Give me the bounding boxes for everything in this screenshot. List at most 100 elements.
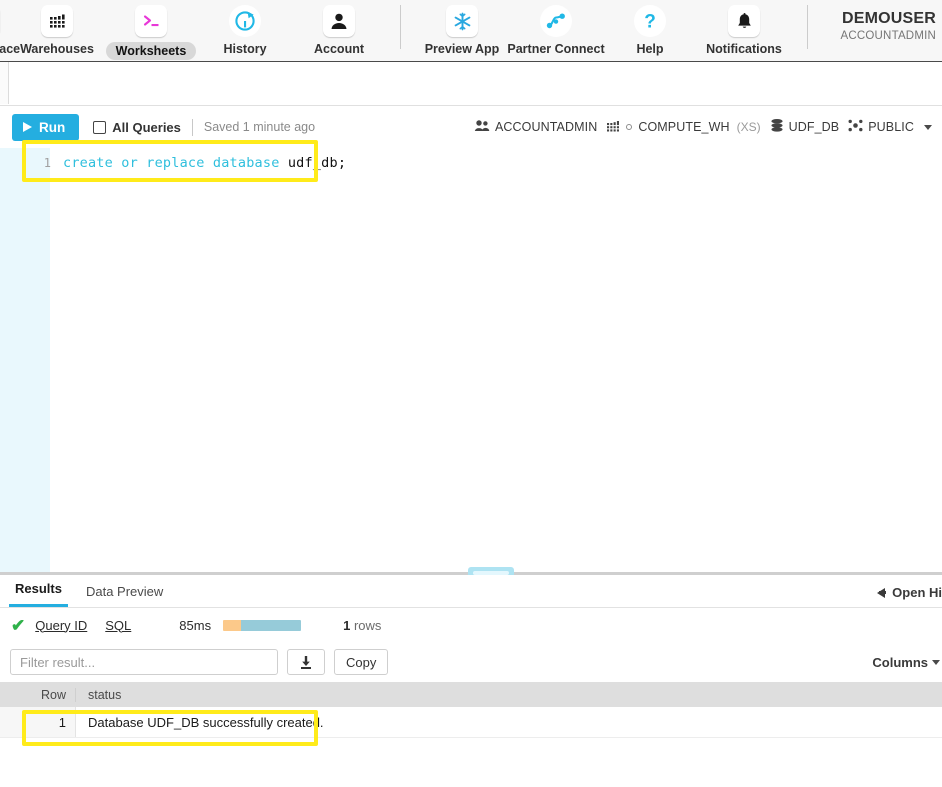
database-value: UDF_DB [789, 120, 840, 134]
column-header-status[interactable]: status [76, 688, 942, 702]
sql-keywords: create or replace database [63, 155, 280, 171]
sql-identifier: udf_db; [280, 155, 347, 171]
table-row[interactable]: 1 Database UDF_DB successfully created. [0, 707, 942, 738]
cell-status-value: Database UDF_DB successfully created. [76, 715, 942, 730]
nav-item-marketplace[interactable]: Marketplace [0, 0, 10, 56]
user-role: ACCOUNTADMIN [841, 30, 936, 42]
schema-selector[interactable]: PUBLIC [846, 116, 916, 138]
play-icon [23, 122, 32, 132]
tab-results[interactable]: Results [9, 581, 68, 607]
schema-value: PUBLIC [868, 120, 914, 134]
nav-item-warehouses[interactable]: Warehouses [10, 0, 104, 56]
query-id-link[interactable]: Query ID [35, 618, 87, 633]
row-count-label: rows [354, 618, 381, 633]
nav-label-history: History [223, 42, 266, 56]
user-name: DEMOUSER [841, 10, 936, 28]
download-icon [299, 655, 313, 670]
snowflake-icon [446, 5, 478, 37]
chevron-down-icon [932, 660, 940, 665]
nav-item-preview-app[interactable]: Preview App [415, 0, 509, 56]
warehouses-icon [41, 5, 73, 37]
nav-label-worksheets: Worksheets [106, 42, 197, 60]
sql-link[interactable]: SQL [105, 618, 131, 633]
row-count: 1 rows [343, 618, 381, 633]
results-filter-row: Copy Columns [0, 642, 942, 682]
saved-status-text: Saved 1 minute ago [204, 120, 315, 134]
nav-item-account[interactable]: Account [292, 0, 386, 56]
filter-input[interactable] [10, 649, 278, 675]
sql-editor[interactable]: 1 create or replace database udf_db; [0, 148, 942, 574]
warehouse-icon [606, 119, 621, 136]
partner-connect-icon [540, 5, 572, 37]
nav-label-notifications: Notifications [706, 42, 782, 56]
worksheet-toolbar: Run All Queries Saved 1 minute ago ACCOU… [0, 106, 942, 148]
checkbox-box[interactable] [93, 121, 106, 134]
all-queries-label: All Queries [112, 120, 181, 135]
nav-item-help[interactable]: ? Help [603, 0, 697, 56]
toolbar-divider [192, 119, 193, 136]
role-selector[interactable]: ACCOUNTADMIN [472, 117, 599, 137]
sql-code-text[interactable]: create or replace database udf_db; [63, 155, 346, 171]
context-selectors: ACCOUNTADMIN COMPUTE_WH (XS) [472, 116, 932, 138]
nav-item-worksheets[interactable]: Worksheets [104, 0, 198, 60]
schema-icon [848, 118, 863, 136]
nav-item-partner-connect[interactable]: Partner Connect [509, 0, 603, 56]
database-selector[interactable]: UDF_DB [768, 116, 842, 138]
primary-nav-group: Marketplace Warehouses [0, 0, 386, 61]
columns-dropdown[interactable]: Columns [872, 655, 940, 670]
role-icon [474, 119, 490, 135]
arrow-left-icon [877, 588, 885, 598]
user-menu[interactable]: DEMOUSER ACCOUNTADMIN [841, 10, 940, 42]
nav-divider-2 [807, 5, 808, 49]
worksheets-icon [135, 5, 167, 37]
run-button-label: Run [39, 120, 65, 135]
account-icon [323, 5, 355, 37]
progress-segment-execute [241, 620, 301, 631]
results-tab-bar: Results Data Preview Open Hi [0, 575, 942, 608]
secondary-nav-group: Preview App Partner Connect ? Help [415, 0, 791, 61]
copy-button[interactable]: Copy [334, 649, 388, 675]
warehouse-size: (XS) [737, 120, 761, 134]
open-history-label: Open Hi [892, 585, 942, 600]
nav-item-history[interactable]: History [198, 0, 292, 56]
svg-text:?: ? [644, 12, 656, 33]
warehouse-status-dot [626, 124, 632, 130]
context-chevron-down-icon[interactable] [924, 125, 932, 130]
download-button[interactable] [287, 649, 325, 675]
nav-label-help: Help [636, 42, 663, 56]
row-count-value: 1 [343, 618, 350, 633]
results-panel: Results Data Preview Open Hi ✔ Query ID … [0, 575, 942, 787]
column-header-row[interactable]: Row [0, 688, 76, 702]
nav-label-partner-connect: Partner Connect [507, 42, 604, 56]
database-icon [770, 118, 784, 136]
role-value: ACCOUNTADMIN [495, 120, 597, 134]
columns-label: Columns [872, 655, 928, 670]
editor-line-1: 1 create or replace database udf_db; [27, 149, 346, 177]
nav-item-notifications[interactable]: Notifications [697, 0, 791, 56]
line-number: 1 [27, 156, 63, 170]
query-progress-bar [223, 620, 301, 631]
results-grid-header: Row status [0, 682, 942, 707]
cell-row-number: 1 [0, 707, 76, 737]
top-navigation-bar: Marketplace Warehouses [0, 0, 942, 62]
nav-label-account: Account [314, 42, 364, 56]
query-status-row: ✔ Query ID SQL 85ms 1 rows [0, 608, 942, 642]
editor-gutter-rail [0, 148, 50, 574]
query-duration: 85ms [179, 618, 211, 633]
progress-segment-compile [223, 620, 241, 631]
bell-icon [728, 5, 760, 37]
worksheet-tab-strip [0, 62, 942, 106]
success-check-icon: ✔ [11, 617, 25, 634]
nav-label-preview-app: Preview App [425, 42, 500, 56]
tab-data-preview[interactable]: Data Preview [80, 584, 169, 607]
history-icon [229, 5, 261, 37]
all-queries-checkbox[interactable]: All Queries [93, 120, 181, 135]
nav-divider-1 [400, 5, 401, 49]
help-icon: ? [634, 5, 666, 37]
nav-label-warehouses: Warehouses [20, 42, 94, 56]
open-history-button[interactable]: Open Hi [877, 585, 942, 600]
results-grid: Row status 1 Database UDF_DB successfull… [0, 682, 942, 738]
warehouse-selector[interactable]: COMPUTE_WH (XS) [604, 117, 762, 138]
worksheet-tab-stub[interactable] [0, 62, 9, 104]
run-button[interactable]: Run [12, 114, 79, 141]
